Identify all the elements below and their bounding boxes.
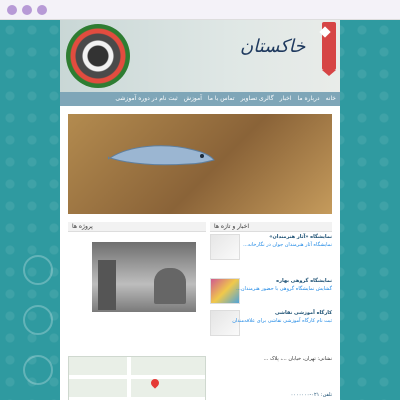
nav-item-education[interactable]: آموزش bbox=[184, 94, 202, 104]
location-map[interactable] bbox=[68, 356, 206, 400]
map-road bbox=[69, 375, 205, 379]
map-road bbox=[127, 357, 131, 400]
dome-shape bbox=[154, 268, 186, 304]
fish-icon bbox=[108, 145, 215, 166]
news-item[interactable]: نمایشگاه گروهی بهاره گشایش نمایشگاه گروه… bbox=[210, 278, 332, 292]
screen: خاکستان خانه درباره ما اخبار گالری تصاوی… bbox=[0, 0, 400, 400]
bookmark-ribbon[interactable] bbox=[319, 22, 336, 76]
news-panel-title: اخبار و تازه ها bbox=[210, 222, 332, 232]
nav-item-register[interactable]: ثبت نام در دوره آموزشی bbox=[115, 94, 177, 104]
footer-address: نشانی: تهران، خیابان ...، پلاک ... bbox=[263, 356, 332, 362]
news-desc: ثبت نام کارگاه آموزشی نقاشی برای علاقه‌م… bbox=[232, 318, 332, 324]
news-list: نمایشگاه «آثار هنرمندان» نمایشگاه آثار ه… bbox=[210, 234, 332, 344]
heart-icon bbox=[319, 26, 331, 38]
news-title[interactable]: نمایشگاه «آثار هنرمندان» bbox=[210, 234, 332, 240]
site-logo[interactable]: خاکستان bbox=[240, 36, 320, 76]
nav-items: خانه درباره ما اخبار گالری تصاویر تماس ب… bbox=[115, 94, 336, 104]
news-title[interactable]: نمایشگاه گروهی بهاره bbox=[210, 278, 332, 284]
news-desc: گشایش نمایشگاه گروهی با حضور هنرمندان... bbox=[236, 286, 332, 292]
map-pin-icon[interactable] bbox=[149, 377, 161, 389]
news-item[interactable]: نمایشگاه «آثار هنرمندان» نمایشگاه آثار ه… bbox=[210, 234, 332, 248]
nav-item-gallery[interactable]: گالری تصاویر bbox=[241, 94, 274, 104]
project-photo[interactable] bbox=[92, 242, 196, 312]
site-header: خاکستان bbox=[60, 20, 340, 92]
news-desc: نمایشگاه آثار هنرمندان جوان در نگارخانه.… bbox=[243, 242, 332, 248]
nav-item-news[interactable]: اخبار bbox=[280, 94, 292, 104]
building-shape bbox=[98, 260, 116, 310]
main-nav: خانه درباره ما اخبار گالری تصاویر تماس ب… bbox=[60, 92, 340, 106]
page-container: خاکستان خانه درباره ما اخبار گالری تصاوی… bbox=[60, 20, 340, 400]
nav-item-about[interactable]: درباره ما bbox=[298, 94, 320, 104]
news-title[interactable]: کارگاه آموزشی نقاشی bbox=[210, 310, 332, 316]
window-minimize-dot-icon[interactable] bbox=[22, 5, 32, 15]
nav-item-contact[interactable]: تماس با ما bbox=[208, 94, 235, 104]
window-close-dot-icon[interactable] bbox=[7, 5, 17, 15]
hero-banner-image bbox=[68, 114, 332, 214]
footer-phones: تلفن: ۰۲۱-۰۰۰۰۰۰۰ bbox=[290, 392, 332, 398]
window-maximize-dot-icon[interactable] bbox=[37, 5, 47, 15]
emblem-logo-icon[interactable] bbox=[66, 24, 130, 88]
nav-item-home[interactable]: خانه bbox=[326, 94, 336, 104]
side-ornament-icon bbox=[23, 255, 53, 385]
browser-chrome bbox=[0, 0, 400, 20]
projects-panel-title: پروژه ها bbox=[68, 222, 206, 232]
news-item[interactable]: کارگاه آموزشی نقاشی ثبت نام کارگاه آموزش… bbox=[210, 310, 332, 324]
